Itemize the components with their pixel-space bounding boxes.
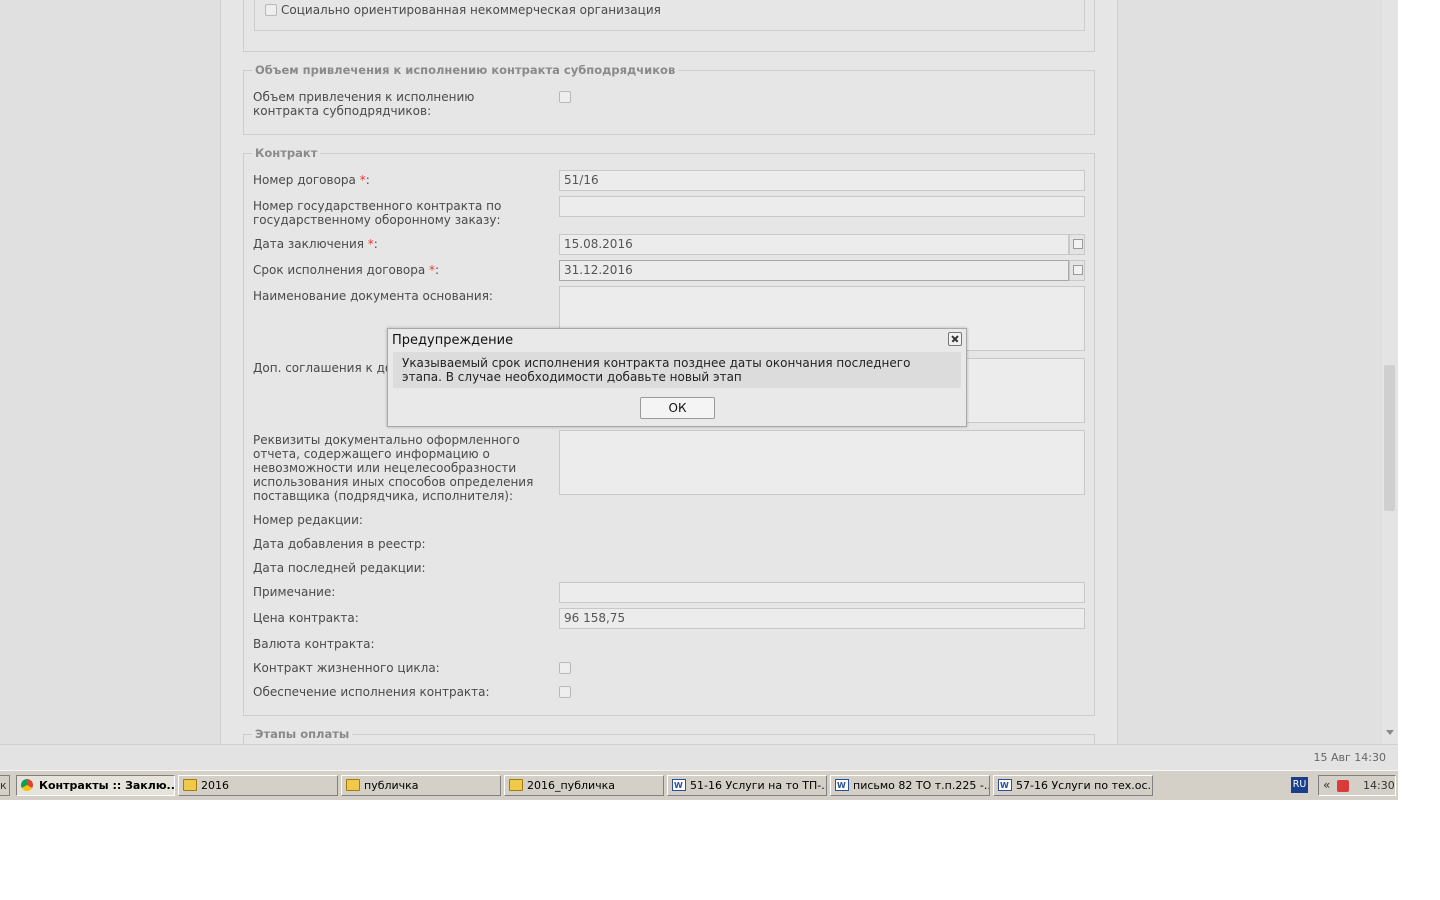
dialog-title: Предупреждение bbox=[392, 333, 514, 348]
report-requisites-label: Реквизиты документально оформленного отч… bbox=[253, 433, 534, 503]
status-datetime: 15 Авг 14:30 bbox=[1313, 751, 1386, 764]
contract-price-label: Цена контракта: bbox=[253, 611, 359, 625]
scrollbar-thumb[interactable] bbox=[1384, 365, 1395, 511]
close-icon[interactable] bbox=[948, 332, 962, 346]
browser-viewport: Социально ориентированная некоммерческая… bbox=[0, 0, 1398, 800]
tray-clock[interactable]: 14:30 bbox=[1363, 779, 1395, 792]
status-bar: 15 Авг 14:30 bbox=[0, 744, 1398, 771]
taskbar: к Контракты :: Заклю... 2016 публичка 20… bbox=[0, 770, 1398, 800]
execution-term-label: Срок исполнения договора *: bbox=[253, 263, 440, 277]
chrome-icon bbox=[21, 779, 33, 791]
last-revision-date-label: Дата последней редакции: bbox=[253, 561, 426, 575]
tray-app-icon[interactable] bbox=[1337, 780, 1349, 792]
page: Социально ориентированная некоммерческая… bbox=[0, 0, 1398, 744]
note-label: Примечание: bbox=[253, 585, 336, 599]
scroll-down-arrow-icon[interactable] bbox=[1386, 730, 1394, 735]
note-input[interactable] bbox=[559, 582, 1085, 603]
social-org-checkbox[interactable] bbox=[265, 4, 277, 16]
ok-button[interactable]: ОК bbox=[640, 397, 715, 419]
tray-chevron-icon[interactable]: « bbox=[1323, 778, 1330, 792]
calendar-icon bbox=[1073, 265, 1083, 275]
taskbar-item-chrome[interactable]: Контракты :: Заклю... bbox=[16, 775, 175, 796]
subcontractors-checkbox[interactable] bbox=[559, 91, 571, 103]
execution-term-calendar-button[interactable] bbox=[1069, 260, 1085, 281]
contract-legend: Контракт bbox=[252, 146, 321, 160]
subcontractors-legend: Объем привлечения к исполнению контракта… bbox=[252, 63, 679, 77]
taskbar-item-word-57-16[interactable]: 57-16 Услуги по тех.ос... bbox=[993, 775, 1153, 796]
folder-icon bbox=[346, 779, 360, 791]
warning-dialog: Предупреждение Указываемый срок исполнен… bbox=[387, 328, 967, 427]
contract-security-checkbox[interactable] bbox=[559, 686, 571, 698]
registry-date-label: Дата добавления в реестр: bbox=[253, 537, 426, 551]
defense-contract-number-label: Номер государственного контракта по госу… bbox=[253, 199, 502, 227]
taskbar-item-word-letter-82[interactable]: письмо 82 ТО т.п.225 -... bbox=[830, 775, 990, 796]
report-requisites-textarea[interactable] bbox=[559, 430, 1085, 495]
word-icon bbox=[998, 776, 1012, 795]
taskbar-item-folder-2016-publichka[interactable]: 2016_публичка bbox=[504, 775, 664, 796]
conclusion-date-label: Дата заключения *: bbox=[253, 237, 378, 251]
taskbar-clipped-item[interactable]: к bbox=[0, 775, 10, 796]
contract-number-input[interactable]: 51/16 bbox=[559, 170, 1085, 191]
folder-icon bbox=[509, 779, 523, 791]
word-icon bbox=[672, 776, 686, 795]
subcontractors-label: Объем привлечения к исполнению контракта… bbox=[253, 90, 475, 118]
language-indicator[interactable]: RU bbox=[1291, 777, 1308, 793]
taskbar-item-folder-publichka[interactable]: публичка bbox=[341, 775, 501, 796]
dialog-message: Указываемый срок исполнения контракта по… bbox=[393, 352, 961, 388]
revision-number-label: Номер редакции: bbox=[253, 513, 363, 527]
defense-contract-number-input[interactable] bbox=[559, 196, 1085, 217]
lifecycle-contract-checkbox[interactable] bbox=[559, 662, 571, 674]
payment-stages-fieldset: Этапы оплаты bbox=[243, 727, 1095, 744]
payment-stages-legend: Этапы оплаты bbox=[252, 727, 353, 741]
execution-term-input[interactable]: 31.12.2016 bbox=[559, 260, 1069, 281]
basis-document-label: Наименование документа основания: bbox=[253, 289, 493, 303]
taskbar-item-folder-2016[interactable]: 2016 bbox=[178, 775, 338, 796]
word-icon bbox=[835, 776, 849, 795]
lifecycle-contract-label: Контракт жизненного цикла: bbox=[253, 661, 440, 675]
contract-security-label: Обеспечение исполнения контракта: bbox=[253, 685, 490, 699]
social-org-label: Социально ориентированная некоммерческая… bbox=[281, 3, 661, 17]
vertical-scrollbar[interactable] bbox=[1382, 0, 1398, 744]
contract-price-input[interactable]: 96 158,75 bbox=[559, 608, 1085, 629]
system-tray: « 14:30 bbox=[1318, 775, 1396, 796]
contract-currency-label: Валюта контракта: bbox=[253, 637, 375, 651]
calendar-icon bbox=[1073, 239, 1083, 249]
supplementary-agreements-label: Доп. соглашения к дого bbox=[253, 361, 406, 375]
conclusion-date-calendar-button[interactable] bbox=[1069, 234, 1085, 255]
conclusion-date-input[interactable]: 15.08.2016 bbox=[559, 234, 1069, 255]
folder-icon bbox=[183, 779, 197, 791]
contract-number-label: Номер договора *: bbox=[253, 173, 370, 187]
taskbar-item-word-51-16[interactable]: 51-16 Услуги на то ТП-... bbox=[667, 775, 827, 796]
